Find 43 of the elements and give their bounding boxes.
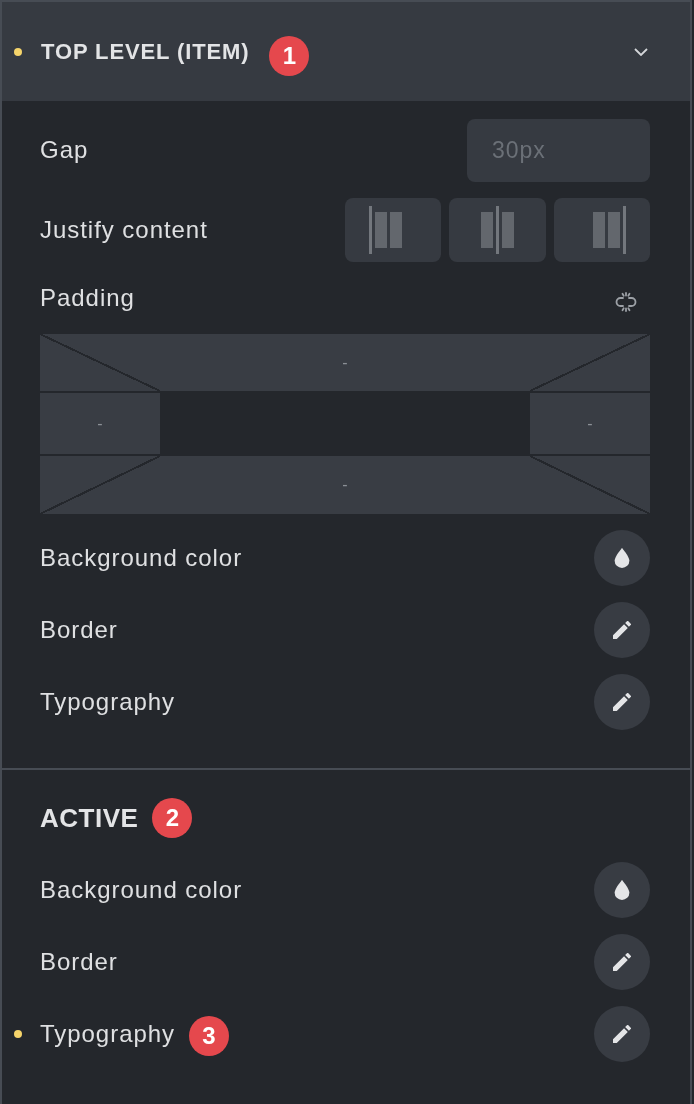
step-number-badge: 3 (189, 1016, 229, 1056)
section-header[interactable]: TOP LEVEL (ITEM) 1 (2, 2, 690, 101)
padding-top-field[interactable]: - (40, 334, 650, 393)
step-number-badge: 2 (152, 798, 193, 838)
field-label: Border (40, 947, 118, 977)
padding-value: - (342, 354, 348, 371)
color-picker-button[interactable] (594, 530, 650, 586)
unlink-icon[interactable] (614, 292, 638, 312)
pencil-icon (613, 693, 631, 711)
padding-value: - (97, 415, 103, 432)
align-start-icon (369, 206, 402, 254)
padding-bottom-field[interactable]: - (40, 454, 650, 514)
section-title: ACTIVE (40, 801, 139, 835)
edit-button[interactable] (594, 1006, 650, 1062)
edit-button[interactable] (594, 602, 650, 658)
drop-icon (614, 880, 630, 900)
step-number-badge: 1 (269, 35, 310, 76)
padding-value: - (342, 477, 348, 493)
field-label: Border (40, 615, 118, 645)
align-end-icon (593, 206, 626, 254)
drop-icon (614, 548, 630, 568)
align-center-icon (481, 206, 514, 254)
edit-button[interactable] (594, 674, 650, 730)
field-label: Background color (40, 543, 243, 573)
edit-button[interactable] (594, 934, 650, 990)
field-label: Typography (40, 1019, 175, 1049)
field-label: Background color (40, 875, 243, 905)
justify-option-button[interactable] (449, 198, 546, 262)
justify-option-button[interactable] (345, 198, 442, 262)
pencil-icon (613, 953, 631, 971)
field-label: Justify content (40, 215, 208, 245)
padding-value: - (587, 415, 593, 432)
pencil-icon (613, 621, 631, 639)
chevron-down-icon[interactable] (634, 47, 648, 56)
padding-right-field[interactable]: - (530, 393, 650, 454)
padding-left-field[interactable]: - (40, 393, 160, 454)
justify-option-button[interactable] (553, 198, 650, 262)
field-label: Padding (40, 283, 135, 313)
pencil-icon (613, 1025, 631, 1043)
section-title: TOP LEVEL (ITEM) (41, 38, 250, 66)
field-label: Typography (40, 687, 175, 717)
field-label: Gap (40, 135, 89, 165)
color-picker-button[interactable] (594, 862, 650, 918)
